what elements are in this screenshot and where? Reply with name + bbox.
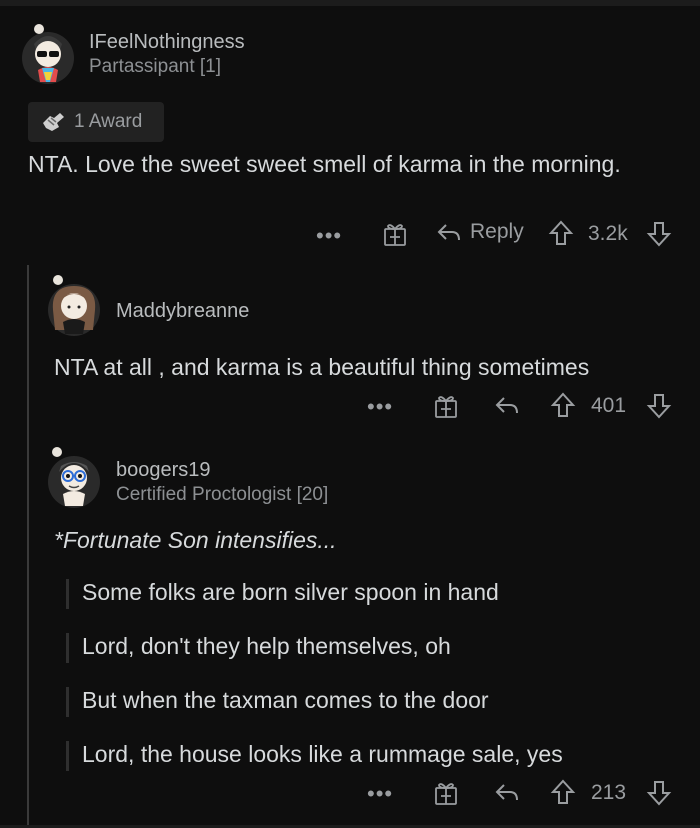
user-flair: Partassipant [1]: [89, 56, 222, 77]
more-options-button[interactable]: •••: [367, 394, 393, 420]
downvote-icon[interactable]: [646, 220, 672, 248]
user-avatar-icon[interactable]: [45, 442, 103, 510]
reply-label: Reply: [470, 220, 524, 243]
blockquote-bar: [66, 687, 69, 717]
comment-username[interactable]: IFeelNothingness: [89, 31, 245, 54]
comment-body: NTA. Love the sweet sweet smell of karma…: [28, 151, 621, 177]
upvote-icon[interactable]: [548, 219, 574, 247]
user-flair: Certified Proctologist [20]: [116, 484, 329, 505]
more-options-button[interactable]: •••: [316, 223, 342, 249]
blockquote-line: Some folks are born silver spoon in hand: [82, 579, 499, 605]
reply-icon: [436, 220, 462, 244]
comment-intro: *Fortunate Son intensifies...: [54, 527, 337, 553]
award-badge[interactable]: 1 Award: [28, 102, 164, 142]
blockquote-line: Lord, don't they help themselves, oh: [82, 633, 451, 659]
comment-body: NTA at all , and karma is a beautiful th…: [54, 354, 590, 380]
blockquote-bar: [66, 741, 69, 771]
vote-score: 213: [591, 781, 627, 804]
gift-icon[interactable]: [433, 393, 459, 419]
downvote-icon[interactable]: [646, 392, 672, 420]
award-count: 1 Award: [74, 111, 143, 132]
blockquote-line: But when the taxman comes to the door: [82, 687, 489, 713]
reply-icon[interactable]: [494, 393, 520, 417]
comment-username[interactable]: Maddybreanne: [116, 300, 249, 323]
vote-score: 401: [591, 394, 627, 417]
upvote-icon[interactable]: [550, 778, 576, 806]
more-options-button[interactable]: •••: [367, 781, 393, 807]
reply-button[interactable]: Reply: [436, 220, 524, 244]
gift-icon[interactable]: [433, 780, 459, 806]
vote-score: 3.2k: [588, 222, 628, 245]
award-icon: [40, 111, 66, 133]
comment-username[interactable]: boogers19: [116, 459, 211, 482]
gift-icon[interactable]: [382, 221, 408, 247]
downvote-icon[interactable]: [646, 779, 672, 807]
upvote-icon[interactable]: [550, 391, 576, 419]
blockquote-bar: [66, 579, 69, 609]
thread-line[interactable]: [27, 265, 29, 828]
user-avatar-icon[interactable]: [45, 270, 103, 338]
reply-icon[interactable]: [494, 780, 520, 804]
blockquote-bar: [66, 633, 69, 663]
blockquote-line: Lord, the house looks like a rummage sal…: [82, 741, 563, 767]
top-divider: [0, 0, 700, 6]
user-avatar-icon[interactable]: [20, 20, 76, 86]
